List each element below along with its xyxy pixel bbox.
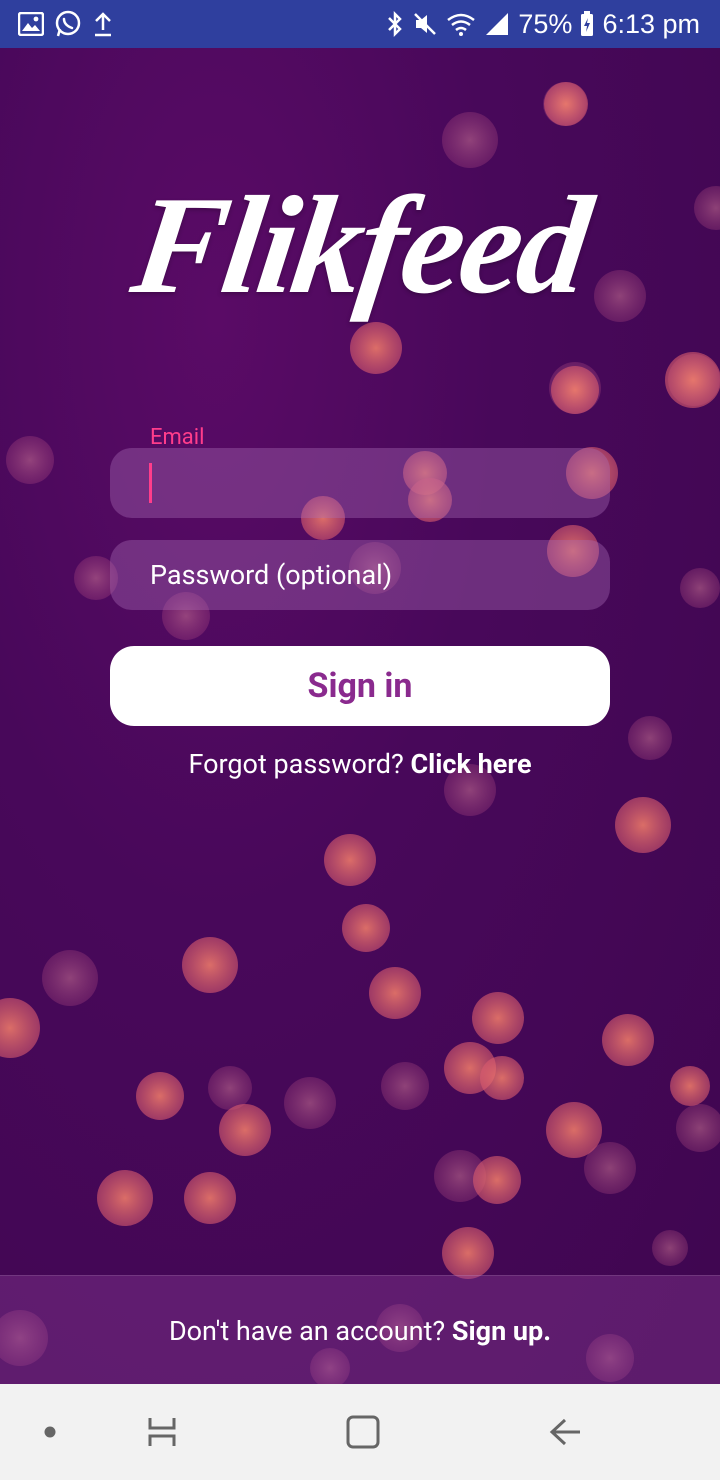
app-logo: Flikfeed [120,140,600,350]
recent-apps-icon[interactable] [122,1384,202,1480]
password-placeholder: Password (optional) [150,559,393,591]
status-bar: 75% 6:13 pm [0,0,720,48]
home-icon[interactable] [323,1384,403,1480]
email-field[interactable] [110,448,610,518]
whatsapp-icon [54,10,82,38]
forgot-password-link[interactable]: Click here [410,748,531,780]
bluetooth-icon [386,10,404,38]
wifi-icon [446,11,476,37]
dot-icon[interactable] [20,1384,80,1480]
battery-icon [580,11,594,37]
sign-in-button[interactable]: Sign in [110,646,610,726]
mute-icon [412,11,438,37]
forgot-password-row: Forgot password? Click here [0,748,720,780]
sign-in-label: Sign in [307,666,413,706]
battery-percent: 75% [518,8,573,39]
back-icon[interactable] [525,1384,605,1480]
signal-icon [484,11,510,37]
clock: 6:13 pm [602,8,700,39]
forgot-password-text: Forgot password? [188,748,404,780]
text-cursor [149,463,152,503]
signup-footer: Don't have an account? Sign up. [0,1275,720,1385]
system-nav-bar [0,1384,720,1480]
password-field[interactable]: Password (optional) [110,540,610,610]
gallery-icon [18,12,44,36]
signup-prompt: Don't have an account? [168,1314,446,1347]
logo-text: Flikfeed [124,167,596,323]
upload-icon [92,11,114,37]
sign-up-link[interactable]: Sign up. [452,1315,551,1347]
login-screen: 75% 6:13 pm Flikfeed Email Password (opt… [0,0,720,1480]
email-label: Email [150,425,205,450]
